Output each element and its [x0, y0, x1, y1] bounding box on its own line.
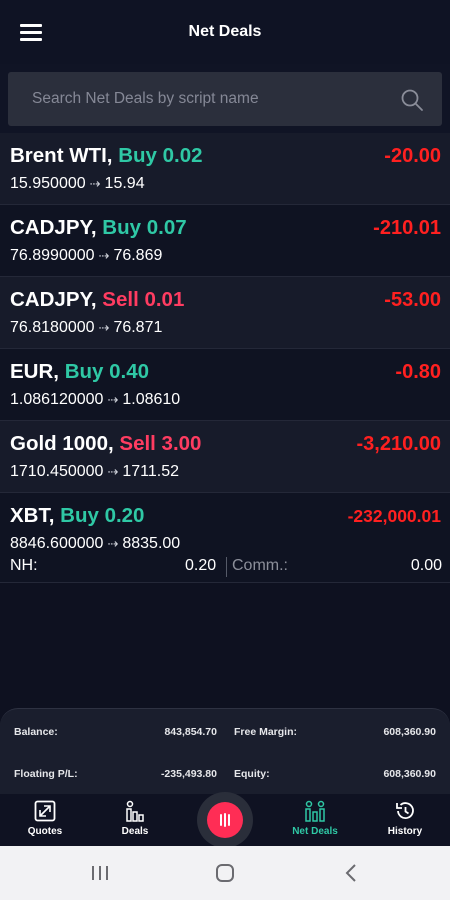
deal-symbol: Gold 1000, — [10, 432, 114, 455]
arrow-right-icon: ⇢ — [107, 392, 119, 407]
deal-profit: -3,210.00 — [356, 433, 441, 455]
balance-label: Balance: — [14, 726, 58, 738]
deal-side: Buy 0.20 — [60, 504, 145, 527]
current-price: 76.869 — [113, 247, 163, 264]
deal-profit: -0.80 — [395, 361, 441, 383]
open-price: 1.086120000 — [10, 391, 104, 408]
deal-prices: 8846.600000 ⇢ 8835.00 — [10, 535, 180, 553]
current-price: 1.08610 — [122, 391, 181, 408]
nav-quotes-label: Quotes — [27, 826, 63, 837]
deal-prices: 76.8990000 ⇢ 76.869 — [10, 247, 162, 265]
search-input[interactable] — [32, 72, 392, 126]
deal-row[interactable]: CADJPY, Buy 0.07 -210.01 76.8990000 ⇢ 76.8… — [0, 205, 450, 277]
current-price: 1711.52 — [122, 463, 179, 480]
equity-label: Equity: — [234, 768, 270, 780]
floating-pl-value: -235,493.80 — [160, 768, 217, 780]
deal-symbol: CADJPY, — [10, 288, 97, 311]
deal-symbol: EUR, — [10, 360, 59, 383]
back-icon[interactable] — [337, 860, 367, 886]
deal-prices: 76.8180000 ⇢ 76.871 — [10, 319, 162, 337]
deal-title: Gold 1000, Sell 3.00 — [10, 432, 201, 456]
open-price: 76.8990000 — [10, 247, 95, 264]
nh-label: NH: — [10, 557, 38, 574]
deal-symbol: XBT, — [10, 504, 55, 527]
deal-prices: 1.086120000 ⇢ 1.08610 — [10, 391, 180, 409]
net-deals-icon — [305, 800, 325, 822]
net-deals-list: Brent WTI, Buy 0.02 -20.00 15.950000 ⇢ 15.… — [0, 133, 450, 583]
arrow-right-icon: ⇢ — [89, 176, 101, 191]
nav-history[interactable]: History — [360, 794, 450, 846]
deal-details: NH: 0.20 Comm.: 0.00 — [10, 557, 442, 579]
equity-value: 608,360.90 — [383, 768, 436, 780]
app-header: Net Deals — [0, 0, 450, 64]
deal-symbol: CADJPY, — [10, 216, 97, 239]
deal-row[interactable]: CADJPY, Sell 0.01 -53.00 76.8180000 ⇢ 76.8… — [0, 277, 450, 349]
search-bar — [0, 64, 450, 133]
deal-row[interactable]: Gold 1000, Sell 3.00 -3,210.00 1710.4500… — [0, 421, 450, 493]
free-margin-label: Free Margin: — [234, 726, 298, 738]
deal-side: Buy 0.02 — [118, 144, 203, 167]
deal-profit: -20.00 — [384, 145, 441, 167]
nav-net-deals-label: Net Deals — [292, 826, 338, 837]
nav-quotes[interactable]: Quotes — [0, 794, 90, 846]
arrow-right-icon: ⇢ — [98, 320, 110, 335]
deals-icon — [126, 800, 144, 822]
deal-prices: 1710.450000 ⇢ 1711.52 — [10, 463, 179, 481]
trade-button[interactable] — [197, 792, 253, 848]
deal-title: CADJPY, Sell 0.01 — [10, 288, 184, 312]
trade-icon — [220, 813, 230, 827]
deal-side: Buy 0.07 — [102, 216, 187, 239]
floating-pl-label: Floating P/L: — [14, 768, 78, 780]
deal-title: EUR, Buy 0.40 — [10, 360, 149, 384]
home-icon[interactable] — [210, 860, 240, 886]
nav-deals[interactable]: Deals — [90, 794, 180, 846]
deal-title: CADJPY, Buy 0.07 — [10, 216, 187, 240]
nav-deals-label: Deals — [121, 826, 149, 837]
open-price: 1710.450000 — [10, 463, 104, 480]
deal-row[interactable]: Brent WTI, Buy 0.02 -20.00 15.950000 ⇢ 15.… — [0, 133, 450, 205]
quotes-icon — [34, 800, 56, 822]
deal-title: XBT, Buy 0.20 — [10, 504, 144, 528]
commission-label: Comm.: — [232, 557, 288, 574]
arrow-right-icon: ⇢ — [98, 248, 110, 263]
open-price: 8846.600000 — [10, 535, 104, 552]
deal-side: Sell 3.00 — [119, 432, 202, 455]
history-icon — [396, 802, 414, 819]
search-box[interactable] — [8, 72, 442, 126]
deal-profit: -210.01 — [373, 217, 441, 239]
deal-side: Sell 0.01 — [102, 288, 185, 311]
page-title: Net Deals — [188, 23, 262, 40]
current-price: 15.94 — [104, 175, 145, 192]
commission-value: 0.00 — [410, 557, 442, 574]
arrow-right-icon: ⇢ — [107, 536, 119, 551]
deal-profit: -53.00 — [384, 289, 441, 311]
account-summary: Balance: 843,854.70 Free Margin: 608,360… — [0, 708, 450, 794]
recent-apps-icon[interactable] — [85, 860, 115, 886]
nav-net-deals[interactable]: Net Deals — [270, 794, 360, 846]
current-price: 8835.00 — [122, 535, 181, 552]
deal-row-expanded[interactable]: XBT, Buy 0.20 -232,000.01 8846.600000 ⇢ 88… — [0, 493, 450, 583]
deal-prices: 15.950000 ⇢ 15.94 — [10, 175, 145, 193]
divider — [226, 557, 227, 577]
deal-symbol: Brent WTI, — [10, 144, 113, 167]
open-price: 15.950000 — [10, 175, 86, 192]
deal-profit: -232,000.01 — [347, 506, 441, 526]
deal-side: Buy 0.40 — [64, 360, 150, 383]
nh-value: 0.20 — [185, 557, 217, 574]
deal-title: Brent WTI, Buy 0.02 — [10, 144, 203, 168]
open-price: 76.8180000 — [10, 319, 95, 336]
balance-value: 843,854.70 — [164, 726, 217, 738]
search-icon[interactable] — [400, 88, 424, 112]
nav-history-label: History — [387, 826, 423, 837]
trade-button-core — [207, 802, 243, 838]
free-margin-value: 608,360.90 — [383, 726, 436, 738]
current-price: 76.871 — [113, 319, 163, 336]
deal-row[interactable]: EUR, Buy 0.40 -0.80 1.086120000 ⇢ 1.08610 — [0, 349, 450, 421]
bottom-nav: Quotes Deals Net Deals History — [0, 792, 450, 848]
system-nav-bar — [0, 846, 450, 900]
arrow-right-icon: ⇢ — [107, 464, 119, 479]
